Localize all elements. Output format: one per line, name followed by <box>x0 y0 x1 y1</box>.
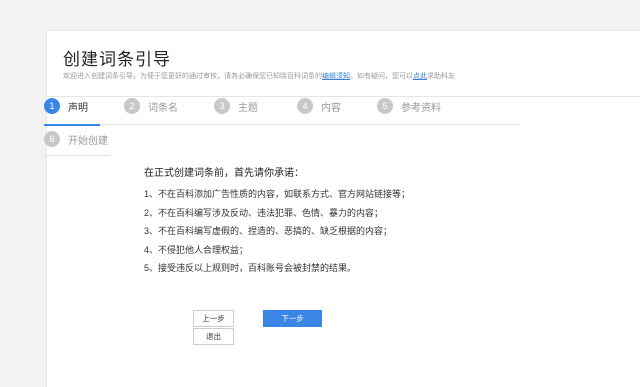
list-item: 4、不侵犯他人合理权益； <box>144 244 249 255</box>
list-item: 5、接受违反以上规则时，百科账号会被封禁的结果。 <box>144 263 357 273</box>
step-entry-name: 2 词条名 <box>124 98 178 114</box>
list-item: 1、不在百科添加广告性质的内容，如联系方式、官方网站链接等； <box>144 189 411 199</box>
subtitle-text-3: 求助科友 <box>427 73 455 80</box>
step-label: 词条名 <box>148 102 178 114</box>
next-step-button[interactable]: 下一步 <box>263 310 322 327</box>
list-item: 3、不在百科编写虚假的、捏造的、恶搞的、缺乏根据的内容； <box>144 226 393 236</box>
step-label: 内容 <box>321 102 341 114</box>
step-divider <box>44 124 520 126</box>
step-label: 开始创建 <box>68 135 108 147</box>
step-label: 声明 <box>68 102 88 114</box>
subtitle-text-1: 欢迎进入创建词条引导。为便于您更好的通过审核，请务必确保您已知晓百科词条的 <box>63 73 322 80</box>
page-subtitle: 欢迎进入创建词条引导。为便于您更好的通过审核，请务必确保您已知晓百科词条的编辑须… <box>63 71 455 81</box>
step-label: 主题 <box>238 102 258 114</box>
help-link[interactable]: 点此 <box>413 73 427 80</box>
step-content: 4 内容 <box>297 98 341 114</box>
statement-content: 在正式创建词条前，首先请你承诺： 1、不在百科添加广告性质的内容，如联系方式、官… <box>144 164 410 278</box>
header-divider <box>47 96 640 97</box>
commitment-list: 1、不在百科添加广告性质的内容，如联系方式、官方网站链接等； 2、不在百科编写涉… <box>144 185 410 278</box>
active-step-indicator <box>44 124 100 126</box>
statement-lead: 在正式创建词条前，首先请你承诺： <box>144 168 304 179</box>
step-number-badge: 1 <box>44 98 60 114</box>
step-topic: 3 主题 <box>214 98 258 114</box>
step-number-badge: 5 <box>377 98 393 114</box>
step-references: 5 参考资料 <box>377 98 441 114</box>
step-start-create: 6 开始创建 <box>44 131 108 147</box>
prev-step-button[interactable]: 上一步 <box>193 310 234 327</box>
step-number-badge: 2 <box>124 98 140 114</box>
step-number-badge: 4 <box>297 98 313 114</box>
subtitle-text-2: 。如有疑问，您可以 <box>350 73 413 80</box>
step-statement: 1 声明 <box>44 98 88 114</box>
step-number-badge: 6 <box>44 131 60 147</box>
edit-guidelines-link[interactable]: 编辑须知 <box>322 73 350 80</box>
exit-button[interactable]: 退出 <box>193 328 234 345</box>
step-number-badge: 3 <box>214 98 230 114</box>
step-label: 参考资料 <box>401 102 441 114</box>
page-title: 创建词条引导 <box>63 50 171 69</box>
list-item: 2、不在百科编写涉及反动、违法犯罪、色情、暴力的内容； <box>144 207 384 218</box>
step-divider-2 <box>44 155 110 156</box>
